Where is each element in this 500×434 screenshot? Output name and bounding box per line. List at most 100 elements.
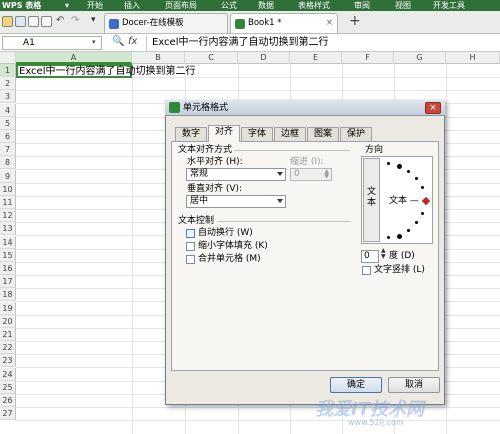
toolbar-dropdown-icon[interactable]: ▾ — [91, 15, 96, 25]
row-header[interactable]: 6 — [0, 130, 16, 143]
row-header[interactable]: 4 — [0, 103, 16, 117]
shrink-to-fit-checkbox[interactable] — [186, 242, 195, 251]
column-header-d[interactable]: D — [238, 52, 290, 64]
column-header-h[interactable]: H — [446, 52, 500, 64]
close-icon[interactable]: × — [425, 102, 441, 114]
row-header[interactable]: 21 — [0, 328, 16, 341]
app-logo[interactable]: WPS 表格 — [2, 0, 41, 11]
menu-item-developer[interactable]: 开发工具 — [433, 0, 465, 11]
indent-value: 0 — [294, 169, 300, 179]
row-header[interactable]: 7 — [0, 143, 16, 157]
column-header-c[interactable]: C — [185, 52, 238, 64]
row-header[interactable]: 17 — [0, 275, 16, 289]
menu-item-home[interactable]: 开始 — [87, 0, 103, 11]
row-header[interactable]: 24 — [0, 367, 16, 381]
row-header[interactable]: 2 — [0, 77, 16, 91]
tab-book1[interactable]: Book1 * × — [230, 13, 338, 33]
row-header[interactable]: 14 — [0, 235, 16, 249]
orientation-dot — [397, 164, 402, 169]
column-header-g[interactable]: G — [394, 52, 446, 64]
print-icon[interactable] — [28, 16, 39, 27]
wps-sheet-icon — [169, 102, 180, 113]
row-header[interactable]: 8 — [0, 156, 16, 170]
tab-font[interactable]: 字体 — [241, 127, 273, 141]
save-icon[interactable] — [15, 16, 26, 27]
row-header[interactable]: 9 — [0, 169, 16, 183]
stacked-text-checkbox[interactable] — [362, 266, 371, 275]
formula-input[interactable]: Excel中一行内容满了自动切换到第二行 — [152, 35, 329, 51]
tab-number[interactable]: 数字 — [175, 127, 207, 141]
grid-row-line — [16, 90, 500, 92]
row-header[interactable]: 19 — [0, 301, 16, 315]
row-header[interactable]: 13 — [0, 222, 16, 236]
shrink-to-fit-label[interactable]: 缩小字体填充 (K) — [198, 241, 268, 252]
row-header[interactable]: 11 — [0, 196, 16, 209]
spinner-arrows-icon: ▲ ▼ — [324, 168, 329, 180]
open-folder-icon[interactable] — [2, 16, 13, 27]
redo-icon[interactable]: ↷ — [71, 15, 79, 26]
menu-item-table-style[interactable]: 表格样式 — [298, 0, 330, 11]
row-header[interactable]: 27 — [0, 407, 16, 421]
menu-item-formulas[interactable]: 公式 — [221, 0, 237, 11]
ok-button[interactable]: 确定 — [330, 377, 382, 393]
row-header[interactable]: 15 — [0, 248, 16, 262]
indent-spinner[interactable]: 0 ▲ ▼ — [290, 168, 332, 181]
menu-dropdown-icon[interactable]: ▾ — [65, 0, 69, 11]
row-header[interactable]: 25 — [0, 380, 16, 394]
menu-item-review[interactable]: 审阅 — [354, 0, 370, 11]
wrap-text-label[interactable]: 自动换行 (W) — [198, 228, 253, 239]
row-header[interactable]: 3 — [0, 90, 16, 104]
section-divider — [218, 221, 350, 222]
row-header[interactable]: 18 — [0, 288, 16, 302]
function-icon[interactable]: fx — [128, 36, 137, 47]
row-header[interactable]: 16 — [0, 262, 16, 275]
orientation-dot — [407, 229, 410, 232]
tab-book1-label: Book1 * — [248, 18, 282, 28]
tab-pattern[interactable]: 图案 — [307, 127, 339, 141]
row-header[interactable]: 1 — [0, 64, 16, 77]
row-header[interactable]: 20 — [0, 314, 16, 328]
wrap-text-checkbox[interactable] — [186, 229, 195, 238]
name-box[interactable]: A1 — [2, 36, 102, 50]
tab-border[interactable]: 边框 — [274, 127, 306, 141]
undo-icon[interactable]: ↶ — [56, 15, 64, 26]
menu-item-view[interactable]: 视图 — [395, 0, 411, 11]
row-header[interactable]: 12 — [0, 209, 16, 223]
grid-row-line — [16, 420, 500, 422]
stacked-text-label[interactable]: 文字竖排 (L) — [374, 265, 425, 276]
menu-item-data[interactable]: 数据 — [258, 0, 274, 11]
cancel-button[interactable]: 取消 — [388, 377, 440, 393]
menu-item-page-layout[interactable]: 页面布局 — [165, 0, 197, 11]
select-all-corner[interactable] — [0, 52, 16, 64]
orientation-dot — [421, 186, 424, 189]
row-header[interactable]: 5 — [0, 116, 16, 130]
row-header[interactable]: 10 — [0, 182, 16, 196]
column-header-a[interactable]: A — [16, 52, 132, 64]
merge-cells-label[interactable]: 合并单元格 (M) — [198, 254, 261, 265]
vertical-text-button[interactable]: 文本 — [363, 158, 380, 242]
degrees-spinner-arrows-icon[interactable]: ▲ ▼ — [381, 248, 386, 260]
new-tab-icon[interactable]: + — [349, 13, 361, 29]
print-preview-icon[interactable] — [41, 16, 52, 27]
vertical-align-select[interactable]: 居中 — [186, 195, 286, 208]
menu-item-insert[interactable]: 插入 — [124, 0, 140, 11]
column-header-f[interactable]: F — [342, 52, 394, 64]
close-tab-icon[interactable]: × — [326, 14, 333, 33]
cell-a1-text: Excel中一行内容满了自动切换到第二行 — [19, 66, 196, 77]
row-header[interactable]: 22 — [0, 341, 16, 355]
tab-protection[interactable]: 保护 — [340, 127, 372, 141]
row-header[interactable]: 26 — [0, 394, 16, 407]
tab-alignment[interactable]: 对齐 — [208, 125, 240, 142]
sheet-icon — [235, 19, 245, 29]
name-box-dropdown-icon[interactable]: ▾ — [92, 38, 96, 46]
column-header-e[interactable]: E — [290, 52, 342, 64]
tab-docer[interactable]: Docer-在线模板 — [104, 13, 228, 33]
column-header-b[interactable]: B — [132, 52, 185, 64]
horizontal-align-select[interactable]: 常规 — [186, 168, 286, 181]
row-header[interactable]: 23 — [0, 354, 16, 368]
degrees-spinner[interactable]: 0 — [361, 250, 379, 263]
orientation-dot — [421, 212, 424, 215]
orientation-heading: 方向 — [365, 145, 384, 155]
merge-cells-checkbox[interactable] — [186, 255, 195, 264]
zoom-icon[interactable]: 🔍 — [112, 36, 124, 47]
